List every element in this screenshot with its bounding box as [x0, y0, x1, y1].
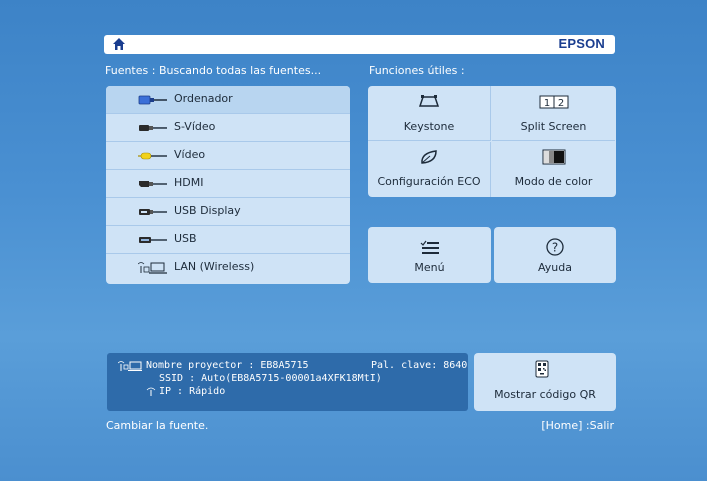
menu-label: Menú [414, 261, 445, 274]
help-icon: ? [546, 238, 564, 256]
eco-settings-button[interactable]: Configuración ECO [368, 142, 491, 197]
source-label: LAN (Wireless) [174, 260, 255, 273]
source-label: Vídeo [174, 148, 206, 161]
ssid: SSID : Auto(EB8A5715-00001a4XFK18MtI) [159, 373, 382, 384]
source-item-computer[interactable]: Ordenador [106, 86, 350, 114]
sources-heading: Fuentes : Buscando todas las fuentes... [105, 64, 322, 77]
source-label: S-Vídeo [174, 120, 216, 133]
svg-text:?: ? [552, 241, 558, 255]
menu-button[interactable]: Menú [368, 227, 491, 283]
source-label: USB Display [174, 204, 241, 217]
color-mode-button[interactable]: Modo de color [492, 142, 615, 197]
ip-address: IP : Rápido [159, 386, 226, 397]
network-info-panel: Nombre proyector : EB8A5715 Pal. clave: … [107, 353, 468, 411]
menu-list-icon [420, 240, 439, 254]
epson-logo: EPSON [558, 36, 605, 51]
keystone-icon [418, 95, 440, 107]
source-item-video[interactable]: Vídeo [106, 142, 350, 170]
video-cable-icon [138, 152, 167, 160]
status-hint: Cambiar la fuente. [106, 419, 209, 432]
usb-cable-icon [139, 237, 167, 243]
svg-text:2: 2 [557, 98, 563, 109]
functions-grid: Keystone 1 2 Split Screen Configuración … [368, 86, 616, 197]
show-qr-code-label: Mostrar código QR [494, 388, 596, 401]
qr-code-icon [535, 360, 549, 378]
top-bar: EPSON [104, 35, 615, 54]
split-screen-icon: 1 2 [539, 95, 568, 109]
projector-home-screen: EPSON Fuentes : Buscando todas las fuent… [0, 0, 707, 481]
keystone-label: Keystone [403, 120, 455, 133]
usb-display-cable-icon [139, 209, 167, 215]
source-label: USB [174, 232, 197, 245]
functions-heading: Funciones útiles : [369, 64, 465, 77]
source-list: Ordenador S-Vídeo Vídeo HDMI USB Display… [106, 86, 350, 284]
exit-hint: [Home] :Salir [541, 419, 614, 432]
lan-wireless-icon [118, 361, 142, 371]
source-item-usb-display[interactable]: USB Display [106, 198, 350, 226]
lan-wireless-icon [138, 262, 167, 274]
help-label: Ayuda [538, 261, 572, 274]
keystone-button[interactable]: Keystone [368, 86, 491, 141]
source-item-hdmi[interactable]: HDMI [106, 170, 350, 198]
source-item-svideo[interactable]: S-Vídeo [106, 114, 350, 142]
split-screen-label: Split Screen [520, 120, 587, 133]
color-mode-icon [542, 149, 565, 165]
color-mode-label: Modo de color [514, 175, 593, 188]
split-screen-button[interactable]: 1 2 Split Screen [492, 86, 615, 141]
source-label: Ordenador [174, 92, 233, 105]
home-icon[interactable] [112, 37, 126, 51]
source-label: HDMI [174, 176, 204, 189]
hdmi-cable-icon [139, 181, 167, 187]
svg-text:1: 1 [543, 98, 549, 109]
show-qr-code-button[interactable]: Mostrar código QR [474, 353, 616, 411]
computer-cable-icon [138, 95, 167, 105]
eco-leaf-icon [421, 150, 437, 164]
svideo-cable-icon [139, 125, 167, 131]
password: Pal. clave: 8640 [371, 360, 468, 371]
eco-settings-label: Configuración ECO [377, 175, 481, 188]
source-item-lan[interactable]: LAN (Wireless) [106, 254, 350, 282]
projector-name: Nombre proyector : EB8A5715 [146, 360, 309, 371]
source-item-usb[interactable]: USB [106, 226, 350, 254]
antenna-icon [146, 387, 156, 396]
help-button[interactable]: ? Ayuda [494, 227, 616, 283]
